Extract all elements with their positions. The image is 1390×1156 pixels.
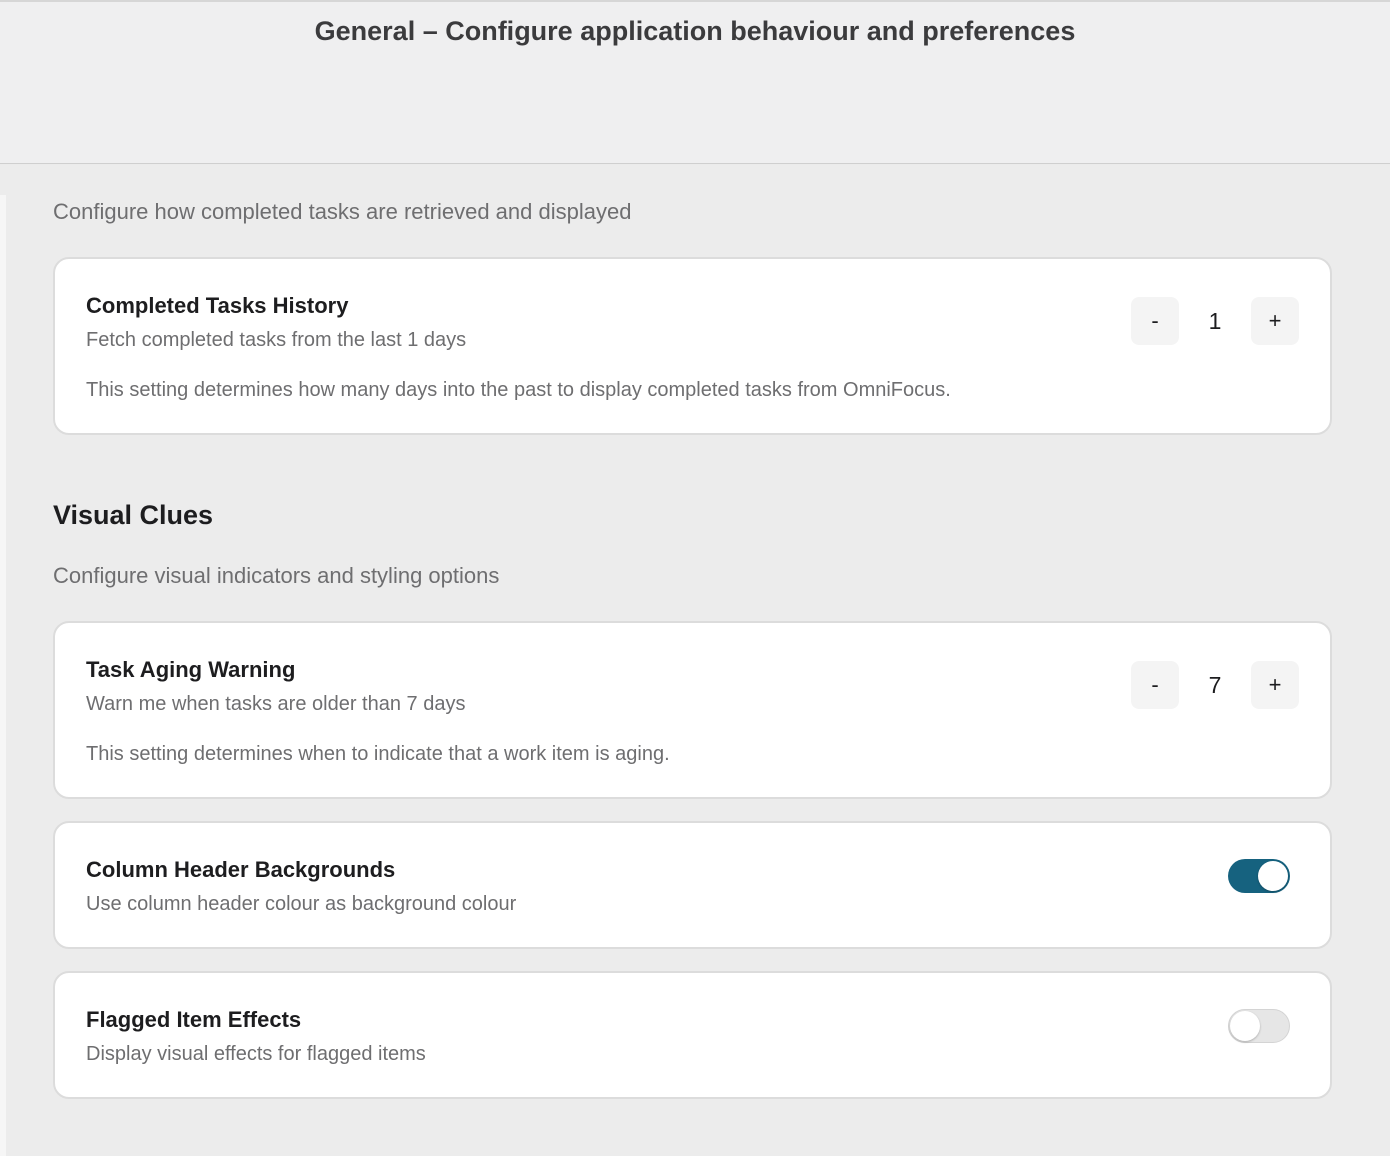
- card-subtitle: Warn me when tasks are older than 7 days: [86, 693, 466, 715]
- column-header-backgrounds-card: Column Header Backgrounds Use column hea…: [53, 821, 1332, 949]
- increment-button[interactable]: +: [1251, 661, 1299, 709]
- card-note: This setting determines when to indicate…: [86, 743, 670, 765]
- history-days-stepper[interactable]: - 1 +: [1131, 297, 1299, 345]
- completed-section-description: Configure how completed tasks are retrie…: [53, 199, 632, 224]
- card-title: Completed Tasks History: [86, 293, 349, 318]
- decrement-button[interactable]: -: [1131, 297, 1179, 345]
- card-title: Flagged Item Effects: [86, 1007, 302, 1032]
- card-subtitle: Use column header colour as background c…: [86, 893, 517, 915]
- section-title-visual-clues: Visual Clues: [53, 500, 214, 530]
- card-title: Task Aging Warning: [86, 657, 296, 682]
- card-subtitle: Display visual effects for flagged items: [86, 1043, 426, 1065]
- toggle-knob: [1258, 861, 1288, 891]
- settings-content[interactable]: Configure how completed tasks are retrie…: [0, 165, 1390, 1156]
- stepper-value: 7: [1208, 672, 1222, 698]
- card-subtitle: Fetch completed tasks from the last 1 da…: [86, 329, 467, 351]
- card-note: This setting determines how many days in…: [86, 379, 951, 401]
- card-title: Column Header Backgrounds: [86, 857, 396, 882]
- decrement-button[interactable]: -: [1131, 661, 1179, 709]
- page-title: General – Configure application behaviou…: [314, 16, 1076, 46]
- window-header: General – Configure application behaviou…: [0, 0, 1390, 164]
- visual-clues-description: Configure visual indicators and styling …: [53, 563, 500, 588]
- aging-days-stepper[interactable]: - 7 +: [1131, 661, 1299, 709]
- column-backgrounds-toggle[interactable]: [1228, 859, 1290, 893]
- stepper-value: 1: [1208, 308, 1222, 334]
- flagged-effects-toggle[interactable]: [1228, 1009, 1290, 1043]
- task-aging-warning-card: Task Aging Warning Warn me when tasks ar…: [53, 621, 1332, 799]
- content-edge: [0, 195, 6, 1156]
- flagged-item-effects-card: Flagged Item Effects Display visual effe…: [53, 971, 1332, 1099]
- increment-button[interactable]: +: [1251, 297, 1299, 345]
- toggle-knob: [1230, 1011, 1260, 1041]
- completed-tasks-history-card: Completed Tasks History Fetch completed …: [53, 257, 1332, 435]
